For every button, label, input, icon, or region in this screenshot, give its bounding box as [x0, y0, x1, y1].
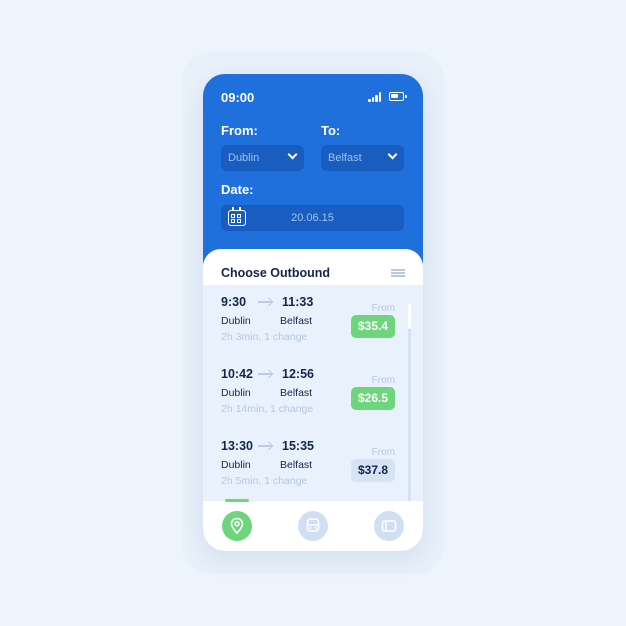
origin-city: Dublin [221, 459, 251, 471]
arrow-right-icon [258, 445, 272, 447]
results-title: Choose Outbound [221, 266, 331, 280]
price-badge[interactable]: $26.5 [350, 387, 395, 410]
to-select-value: Belfast [328, 152, 362, 164]
destination-city: Belfast [280, 315, 313, 327]
destination-city: Belfast [280, 387, 313, 399]
price-from-label: From [371, 303, 395, 314]
date-label: Date: [221, 182, 254, 197]
signal-icon [368, 92, 382, 102]
origin-city: Dublin [221, 387, 251, 399]
nav-ticket-button[interactable] [374, 511, 404, 541]
battery-icon [389, 92, 407, 101]
arrow-right-icon [258, 301, 272, 303]
arrival-time: 12:56 [282, 367, 314, 381]
from-select[interactable]: Dublin [221, 145, 304, 171]
departure-time: 9:30 [221, 295, 247, 309]
nav-map-button[interactable] [222, 511, 252, 541]
destination-city: Belfast [280, 459, 313, 471]
phone-screen: 09:00 From: To: Dublin Belfast Date: 20.… [203, 74, 423, 551]
results-header: Choose Outbound [203, 249, 423, 285]
arrow-right-icon [258, 373, 272, 375]
chevron-down-icon [287, 149, 298, 160]
departure-time: 10:42 [221, 367, 253, 381]
trip-item[interactable]: 10:42 12:56 Dublin Belfast 2h 14min, 1 c… [203, 367, 423, 437]
arrival-time: 11:33 [282, 295, 314, 309]
trip-duration: 2h 3min, 1 change [221, 331, 308, 343]
date-field[interactable]: 20.06.15 [221, 205, 404, 231]
departure-time: 13:30 [221, 439, 253, 453]
price-badge[interactable]: $35.4 [350, 315, 395, 338]
arrival-time: 15:35 [282, 439, 314, 453]
trip-duration: 2h 5min, 1 change [221, 475, 308, 487]
status-time: 09:00 [221, 90, 255, 105]
menu-icon[interactable] [391, 269, 405, 277]
status-bar: 09:00 [203, 74, 423, 118]
from-select-value: Dublin [228, 152, 260, 164]
trip-duration: 2h 14min, 1 change [221, 403, 314, 415]
from-label: From: [221, 123, 258, 138]
chevron-down-icon [387, 149, 398, 160]
trip-item[interactable]: 9:30 11:33 Dublin Belfast 2h 3min, 1 cha… [203, 295, 423, 365]
price-badge[interactable]: $37.8 [350, 459, 395, 482]
location-pin-icon [230, 517, 244, 535]
ticket-icon [381, 520, 397, 532]
results-sheet: Choose Outbound 9:30 11:33 Dublin Belfas… [203, 249, 423, 551]
active-tab-indicator [225, 499, 249, 502]
train-icon [306, 518, 320, 532]
nav-train-button[interactable] [298, 511, 328, 541]
date-value: 20.06.15 [291, 212, 334, 224]
scrollbar-thumb[interactable] [408, 304, 411, 329]
scrollbar[interactable] [408, 304, 411, 509]
to-select[interactable]: Belfast [321, 145, 404, 171]
origin-city: Dublin [221, 315, 251, 327]
price-from-label: From [371, 375, 395, 386]
bottom-nav [203, 499, 423, 551]
to-label: To: [321, 123, 341, 138]
price-from-label: From [371, 447, 395, 458]
